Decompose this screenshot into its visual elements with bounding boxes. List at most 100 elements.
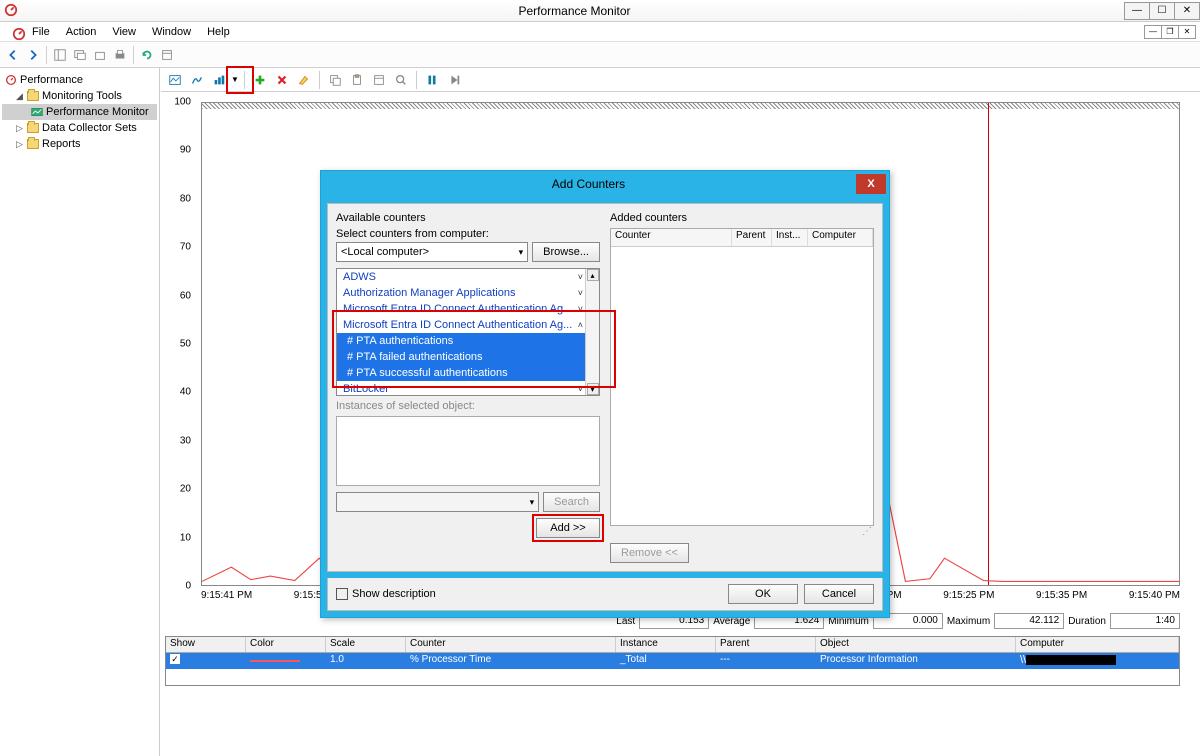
refresh-icon[interactable] (138, 46, 156, 64)
new-window-icon[interactable] (71, 46, 89, 64)
tree-reports[interactable]: ▷ Reports (2, 136, 157, 152)
legend-hdr-object[interactable]: Object (816, 637, 1016, 652)
resize-grip-icon[interactable]: ⋰ (610, 526, 874, 537)
stat-maximum-label: Maximum (947, 616, 990, 627)
chevron-up-icon[interactable]: ˄ (578, 320, 583, 330)
added-hdr-counter[interactable]: Counter (611, 229, 732, 246)
tree-data-collector-sets-label: Data Collector Sets (42, 122, 137, 134)
back-icon[interactable] (4, 46, 22, 64)
legend-hdr-instance[interactable]: Instance (616, 637, 716, 652)
legend-hdr-computer[interactable]: Computer (1016, 637, 1179, 652)
chevron-down-icon[interactable]: ˅ (578, 272, 583, 282)
chevron-down-icon[interactable]: ˅ (578, 304, 583, 314)
mdi-close-button[interactable]: ✕ (1178, 25, 1196, 39)
view-current-icon[interactable] (165, 70, 185, 90)
menu-file[interactable]: File (24, 24, 58, 40)
menu-view[interactable]: View (104, 24, 144, 40)
counter-item[interactable]: # PTA authentications (337, 333, 599, 349)
dialog-titlebar[interactable]: Add Counters X (321, 171, 889, 197)
tree-performance[interactable]: Performance (2, 72, 157, 88)
update-icon[interactable] (444, 70, 464, 90)
collapse-icon[interactable]: ◢ (16, 91, 26, 102)
dialog-close-button[interactable]: X (856, 174, 886, 194)
properties-icon[interactable] (369, 70, 389, 90)
chevron-down-icon[interactable]: ˅ (578, 288, 583, 298)
counter-label: Microsoft Entra ID Connect Authenticatio… (343, 319, 572, 331)
properties-icon[interactable] (158, 46, 176, 64)
mdi-restore-button[interactable]: ❐ (1161, 25, 1179, 39)
remove-button[interactable]: Remove << (610, 543, 689, 563)
counter-group[interactable]: Microsoft Entra ID Connect Authenticatio… (337, 317, 599, 333)
added-hdr-inst[interactable]: Inst... (772, 229, 808, 246)
menu-help[interactable]: Help (199, 24, 238, 40)
add-button[interactable]: Add >> (536, 518, 600, 538)
scroll-up-icon[interactable]: ▴ (587, 269, 599, 281)
mdi-minimize-button[interactable]: — (1144, 25, 1162, 39)
added-hdr-computer[interactable]: Computer (808, 229, 873, 246)
menu-window[interactable]: Window (144, 24, 199, 40)
legend-hdr-color[interactable]: Color (246, 637, 326, 652)
select-from-computer-label: Select counters from computer: (336, 228, 600, 240)
forward-icon[interactable] (24, 46, 42, 64)
close-button[interactable]: ✕ (1174, 2, 1200, 20)
browse-button[interactable]: Browse... (532, 242, 600, 262)
counter-group[interactable]: ADWS˅ (337, 269, 599, 285)
window-titlebar: Performance Monitor — ☐ ✕ (0, 0, 1200, 22)
counter-list-scrollbar[interactable]: ▴ ▾ (585, 269, 599, 395)
expand-icon[interactable]: ▷ (16, 123, 26, 134)
tree-performance-monitor[interactable]: Performance Monitor (2, 104, 157, 120)
instances-list[interactable] (336, 416, 600, 486)
folder-icon (26, 90, 40, 102)
minimize-button[interactable]: — (1124, 2, 1150, 20)
counter-group[interactable]: Microsoft Entra ID Connect Authenticatio… (337, 301, 599, 317)
expand-icon[interactable]: ▷ (16, 139, 26, 150)
dropdown-icon[interactable]: ▼ (231, 75, 239, 84)
added-counters-list[interactable]: Counter Parent Inst... Computer (610, 228, 874, 526)
counter-item[interactable]: # PTA failed authentications (337, 349, 599, 365)
copy-icon[interactable] (325, 70, 345, 90)
paste-icon[interactable] (347, 70, 367, 90)
counter-item[interactable]: # PTA successful authentications (337, 365, 599, 381)
navigation-tree: Performance ◢ Monitoring Tools Performan… (0, 68, 160, 756)
chevron-down-icon: ▾ (519, 247, 524, 258)
show-description-checkbox[interactable] (336, 588, 348, 600)
legend-scale: 1.0 (326, 653, 406, 669)
instance-search-combo[interactable]: ▾ (336, 492, 539, 512)
export-icon[interactable] (91, 46, 109, 64)
view-log-icon[interactable] (187, 70, 207, 90)
add-counter-button[interactable] (250, 70, 270, 90)
maximize-button[interactable]: ☐ (1149, 2, 1175, 20)
ok-button[interactable]: OK (728, 584, 798, 604)
computer-combo-value: <Local computer> (341, 246, 429, 258)
y-tick: 10 (165, 532, 191, 543)
tree-monitoring-tools[interactable]: ◢ Monitoring Tools (2, 88, 157, 104)
menu-action[interactable]: Action (58, 24, 105, 40)
legend-hdr-counter[interactable]: Counter (406, 637, 616, 652)
delete-counter-button[interactable] (272, 70, 292, 90)
counter-group[interactable]: BitLocker˅ (337, 381, 599, 396)
scroll-down-icon[interactable]: ▾ (587, 383, 599, 395)
legend-hdr-show[interactable]: Show (166, 637, 246, 652)
highlight-icon[interactable] (294, 70, 314, 90)
search-button[interactable]: Search (543, 492, 600, 512)
legend-row[interactable]: ✓ 1.0 % Processor Time _Total --- Proces… (166, 653, 1179, 669)
legend-show-checkbox[interactable]: ✓ (170, 654, 180, 664)
freeze-icon[interactable] (422, 70, 442, 90)
print-icon[interactable] (111, 46, 129, 64)
x-tick: 9:15:41 PM (201, 590, 252, 606)
legend-hdr-scale[interactable]: Scale (326, 637, 406, 652)
tree-monitoring-tools-label: Monitoring Tools (42, 90, 122, 102)
cancel-button[interactable]: Cancel (804, 584, 874, 604)
added-hdr-parent[interactable]: Parent (732, 229, 772, 246)
legend-hdr-parent[interactable]: Parent (716, 637, 816, 652)
counter-group[interactable]: Authorization Manager Applications˅ (337, 285, 599, 301)
computer-combo[interactable]: <Local computer> ▾ (336, 242, 528, 262)
chart-type-icon[interactable] (209, 70, 229, 90)
counter-list[interactable]: ADWS˅Authorization Manager Applications˅… (336, 268, 600, 396)
tree-performance-label: Performance (20, 74, 83, 86)
stat-maximum-value: 42.112 (994, 613, 1064, 629)
zoom-icon[interactable] (391, 70, 411, 90)
tree-data-collector-sets[interactable]: ▷ Data Collector Sets (2, 120, 157, 136)
show-hide-tree-icon[interactable] (51, 46, 69, 64)
chevron-down-icon[interactable]: ˅ (578, 384, 583, 394)
